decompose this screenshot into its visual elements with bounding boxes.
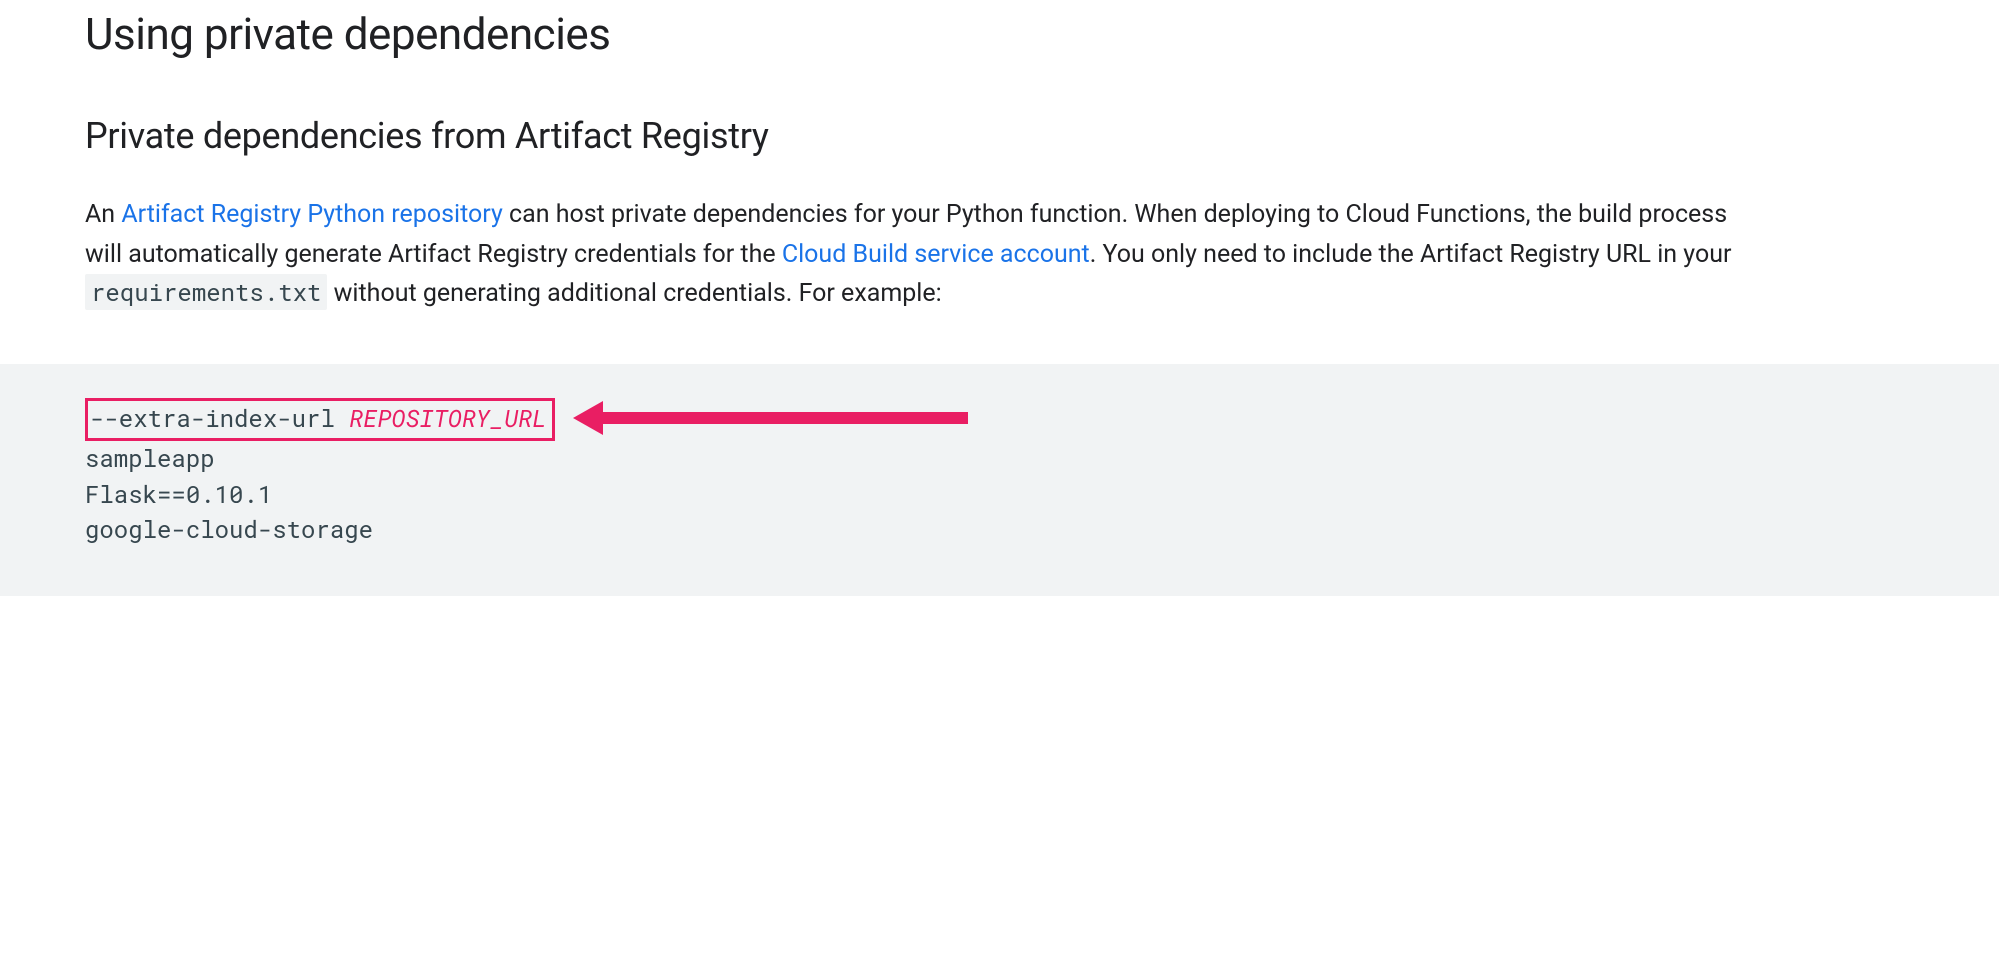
- paragraph-description: An Artifact Registry Python repository c…: [85, 195, 1770, 314]
- inline-code-requirements-txt: requirements.txt: [85, 274, 327, 310]
- code-line-flask: Flask==0.10.1: [85, 477, 1999, 513]
- highlighted-code-line: --extra-index-url REPOSITORY_URL: [85, 398, 555, 442]
- code-line-google-cloud-storage: google-cloud-storage: [85, 512, 1999, 548]
- link-cloud-build-service-account[interactable]: Cloud Build service account: [782, 240, 1090, 269]
- code-line-sampleapp: sampleapp: [85, 441, 1999, 477]
- text-fragment: without generating additional credential…: [327, 279, 941, 308]
- code-flag-extra-index-url: --extra-index-url: [90, 402, 349, 434]
- annotation-arrow-icon: [573, 401, 968, 435]
- code-variable-repository-url: REPOSITORY_URL: [349, 402, 546, 434]
- heading-private-dependencies-artifact-registry: Private dependencies from Artifact Regis…: [85, 115, 1999, 157]
- link-artifact-registry-python-repository[interactable]: Artifact Registry Python repository: [121, 200, 502, 229]
- text-fragment: . You only need to include the Artifact …: [1090, 240, 1732, 269]
- code-block-requirements: --extra-index-url REPOSITORY_URL samplea…: [0, 364, 1999, 596]
- heading-using-private-dependencies: Using private dependencies: [85, 8, 1999, 60]
- text-fragment: An: [85, 200, 121, 229]
